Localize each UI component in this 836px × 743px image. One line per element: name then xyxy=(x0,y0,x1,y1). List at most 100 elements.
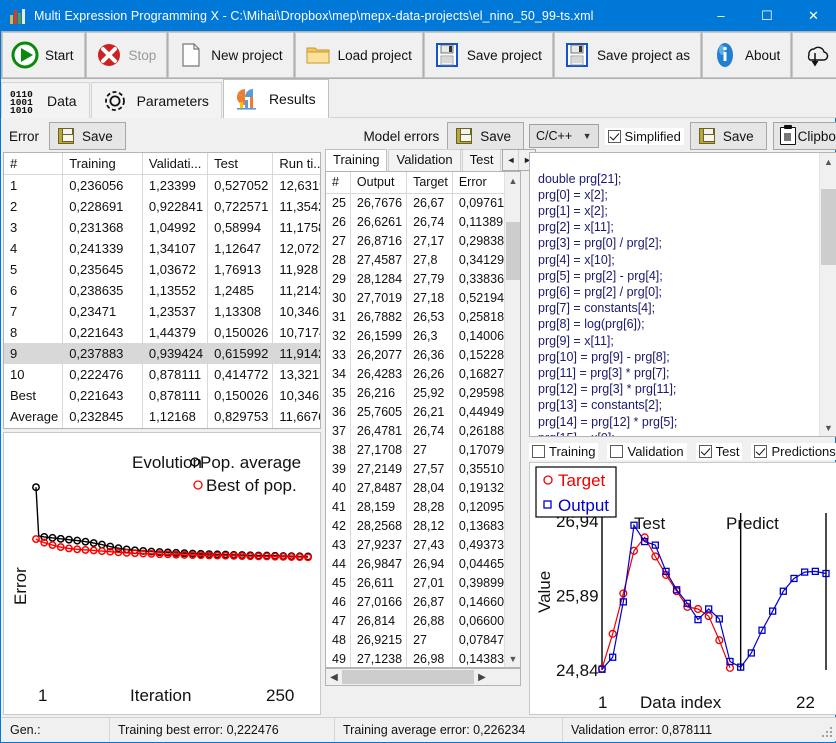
minimize-button[interactable]: – xyxy=(698,0,744,31)
table-row[interactable]: 3326,207726,360,152287 xyxy=(326,346,515,365)
table-row[interactable]: 4327,923727,430,493738 xyxy=(326,536,515,555)
table-row[interactable]: 3927,214927,570,355103 xyxy=(326,460,515,479)
table-row[interactable]: 3426,428326,260,168276 xyxy=(326,365,515,384)
scroll-up-icon[interactable]: ▲ xyxy=(820,153,836,170)
table-row[interactable]: 4627,016626,870,146609 xyxy=(326,593,515,612)
tab-model-test[interactable]: Test xyxy=(462,149,502,171)
checkbox-test[interactable]: Test xyxy=(696,443,743,460)
maximize-button[interactable]: ☐ xyxy=(744,0,790,31)
column-header[interactable]: # xyxy=(4,153,63,175)
table-row[interactable]: 40,2413391,341071,1264712,0729 xyxy=(4,238,321,259)
status-validation: Validation error: 0,878111 xyxy=(563,718,836,742)
checkbox-validation[interactable]: Validation xyxy=(607,443,686,460)
table-cell: 0,231368 xyxy=(63,217,143,238)
table-row[interactable]: 60,2386351,135521,248511,2143 xyxy=(4,280,321,301)
model-table-vscrollbar[interactable]: ▲ ▼ xyxy=(504,172,520,667)
simplified-checkbox[interactable]: Simplified xyxy=(605,128,684,145)
column-header[interactable]: Target xyxy=(407,172,453,194)
resize-grip-icon[interactable] xyxy=(821,726,833,738)
table-cell: 12,0729 xyxy=(273,238,321,259)
table-row[interactable]: 3827,1708270,170794 xyxy=(326,441,515,460)
load-project-button[interactable]: Load project xyxy=(295,32,423,78)
table-row[interactable]: Average0,2328451,121680,82975311,6676 xyxy=(4,406,321,427)
copy-to-clipboard-button[interactable]: Clipboa xyxy=(773,122,836,150)
stop-button[interactable]: Stop xyxy=(86,32,168,78)
scroll-right-icon[interactable]: ▶ xyxy=(474,669,490,685)
tab-results[interactable]: Results xyxy=(223,79,329,118)
table-row[interactable]: 2626,626126,740,113891 xyxy=(326,213,515,232)
table-row[interactable]: 4726,81426,880,066008 xyxy=(326,612,515,631)
table-row[interactable]: 2928,128427,790,338365 xyxy=(326,270,515,289)
tab-model-validation[interactable]: Validation xyxy=(388,149,460,171)
table-row[interactable]: 3526,21625,920,295984 xyxy=(326,384,515,403)
table-row[interactable]: 3126,788226,530,258182 xyxy=(326,308,515,327)
table-row[interactable]: 4128,15928,280,120951 xyxy=(326,498,515,517)
table-row[interactable]: 2526,767626,670,097612 xyxy=(326,194,515,214)
table-row[interactable]: 3027,701927,180,521945 xyxy=(326,289,515,308)
column-header[interactable]: # xyxy=(326,172,350,194)
binary-icon: 011010011010 xyxy=(10,87,40,115)
table-row[interactable]: 80,2216431,443790,15002610,7174 xyxy=(4,322,321,343)
model-errors-save-button[interactable]: Save xyxy=(447,122,524,150)
code-save-button[interactable]: Save xyxy=(690,122,767,150)
about-button[interactable]: About xyxy=(702,32,791,78)
table-row[interactable]: 90,2378830,9394240,61599211,9142 xyxy=(4,343,321,364)
svg-text:Output: Output xyxy=(558,496,609,515)
table-row[interactable]: Best0,2216430,8781110,15002610,3462 xyxy=(4,385,321,406)
table-row[interactable]: 50,2356451,036721,7691311,928 xyxy=(4,259,321,280)
table-cell: 31 xyxy=(326,308,350,327)
column-header[interactable]: Validati... xyxy=(142,153,207,175)
column-header[interactable]: Test xyxy=(208,153,273,175)
table-row[interactable]: 70,234711,235371,1330810,3462 xyxy=(4,301,321,322)
table-row[interactable]: 2827,458727,80,341298 xyxy=(326,251,515,270)
vscroll-thumb[interactable] xyxy=(506,222,520,280)
save-project-as-button[interactable]: Save project as xyxy=(554,32,701,78)
table-row[interactable]: 4228,256828,120,136832 xyxy=(326,517,515,536)
language-select[interactable]: C/C++ ▼ xyxy=(529,124,599,148)
table-row[interactable]: 10,2360561,233990,52705212,6319 xyxy=(4,175,321,197)
column-header[interactable]: Training xyxy=(63,153,143,175)
tab-data[interactable]: 011010011010 Data xyxy=(1,82,90,118)
scroll-down-icon[interactable]: ▼ xyxy=(820,419,836,436)
table-row[interactable]: 4927,123826,980,143835 xyxy=(326,650,515,668)
error-save-button[interactable]: Save xyxy=(49,122,126,150)
updates-button[interactable]: Updates xyxy=(792,32,836,78)
table-row[interactable]: 4826,9215270,078470 xyxy=(326,631,515,650)
table-row[interactable]: 2726,871627,170,298384 xyxy=(326,232,515,251)
checkbox-training[interactable]: Training xyxy=(529,443,598,460)
table-row[interactable]: 4526,61127,010,398998 xyxy=(326,574,515,593)
close-button[interactable]: ✕ xyxy=(790,0,836,31)
scroll-down-icon[interactable]: ▼ xyxy=(505,650,521,667)
tab-model-training[interactable]: Training xyxy=(325,149,387,171)
hscroll-thumb[interactable] xyxy=(342,670,474,684)
tab-parameters[interactable]: Parameters xyxy=(91,82,222,118)
table-row[interactable]: 3726,478126,740,261882 xyxy=(326,422,515,441)
scroll-up-icon[interactable]: ▲ xyxy=(505,172,521,189)
table-row[interactable]: 30,2313681,049920,5899411,1758 xyxy=(4,217,321,238)
new-project-button[interactable]: New project xyxy=(168,32,293,78)
code-save-label: Save xyxy=(723,129,754,144)
checkbox-predictions[interactable]: Predictions xyxy=(751,443,836,460)
table-row[interactable]: StdDev0,006364910,1794620,4558930,845697 xyxy=(4,427,321,429)
table-row[interactable]: 20,2286910,9228410,72257111,3542 xyxy=(4,196,321,217)
table-row[interactable]: 100,2224760,8781110,41477213,3213 xyxy=(4,364,321,385)
table-row[interactable]: 4027,848728,040,191323 xyxy=(326,479,515,498)
results-table[interactable]: #TrainingValidati...TestRun ti... 10,236… xyxy=(3,152,321,429)
scroll-left-icon[interactable]: ◀ xyxy=(326,669,342,685)
generated-code-panel[interactable]: double prg[21]; prg[0] = x[2]; prg[1] = … xyxy=(529,152,836,437)
model-errors-table[interactable]: #OutputTargetError 2526,767626,670,09761… xyxy=(325,171,521,668)
tab-scroll-left-button[interactable]: ◄ xyxy=(503,150,519,170)
column-header[interactable]: Run ti... xyxy=(273,153,321,175)
column-header[interactable]: Output xyxy=(350,172,406,194)
table-cell: 0,237883 xyxy=(63,343,143,364)
model-table-hscrollbar[interactable]: ◀ ▶ xyxy=(325,668,521,686)
checkbox-box xyxy=(532,445,545,458)
table-row[interactable]: 3625,760526,210,449498 xyxy=(326,403,515,422)
table-row[interactable]: 3226,159926,30,140062 xyxy=(326,327,515,346)
code-vscrollbar[interactable]: ▲ ▼ xyxy=(819,153,836,436)
save-project-button[interactable]: Save project xyxy=(424,32,553,78)
start-button[interactable]: Start xyxy=(2,32,85,78)
code-vscroll-thumb[interactable] xyxy=(821,189,836,265)
table-cell: 41 xyxy=(326,498,350,517)
table-row[interactable]: 4426,984726,940,044650 xyxy=(326,555,515,574)
